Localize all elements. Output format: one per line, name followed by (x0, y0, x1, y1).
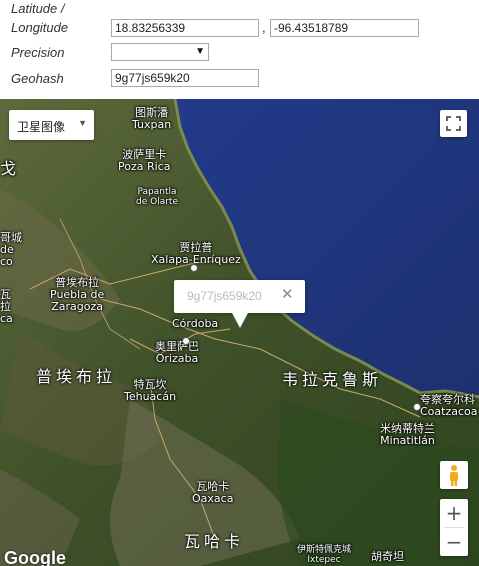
geohash-input[interactable]: 9g77js659k20 (111, 69, 259, 87)
city-marker (413, 403, 421, 411)
place-coatzacoalcos: 夸察夸尔科 Coatzacoa (420, 393, 478, 418)
place-tuxpan: 图斯潘 Tuxpan (132, 106, 172, 131)
caret-down-icon: ▼ (78, 118, 87, 128)
zoom-in-button[interactable]: + (440, 499, 468, 527)
place-papantla: Papantla de Olarte (136, 187, 178, 207)
latlon-label-line2: Longitude (11, 20, 69, 35)
geohash-label: Geohash (11, 71, 64, 86)
latlon-separator: , (262, 20, 266, 35)
place-west-edge-3: 瓦 拉 ca (0, 288, 13, 325)
place-minatitlan: 米纳蒂特兰 Minatitlán (380, 422, 435, 447)
geohash-form: Latitude / Longitude 18.83256339 , -96.4… (0, 0, 479, 99)
city-marker (190, 264, 198, 272)
latlon-label-line1: Latitude / (11, 1, 65, 16)
info-window: 9g77js659k20 ✕ (174, 280, 305, 328)
longitude-input[interactable]: -96.43518789 (270, 19, 419, 37)
info-window-tail (232, 313, 248, 328)
fullscreen-button[interactable] (440, 110, 467, 137)
region-veracruz: 韦拉克鲁斯 (282, 370, 383, 389)
zoom-control: + − (440, 499, 468, 556)
map-type-control[interactable]: 卫星图像 ▼ (9, 110, 94, 140)
dropdown-arrow-icon: ▼ (195, 46, 205, 57)
place-xalapa: 贾拉普 Xalapa-Enríquez (151, 241, 241, 266)
place-puebla: 普埃布拉 Puebla de Zaragoza (50, 276, 105, 313)
region-puebla: 普埃布拉 (36, 367, 117, 386)
precision-label: Precision (11, 45, 65, 60)
pegman-icon (450, 465, 458, 486)
place-juchitan: 胡奇坦 (371, 550, 404, 563)
fullscreen-icon (446, 116, 461, 131)
close-icon[interactable]: ✕ (281, 286, 294, 304)
place-west-edge-2: 哥城 de co (0, 231, 22, 268)
place-oaxaca: 瓦哈卡 Oaxaca (192, 480, 234, 505)
place-cordoba: Córdoba (172, 317, 219, 330)
street-view-pegman-button[interactable] (440, 461, 468, 489)
map-type-label: 卫星图像 (17, 120, 66, 134)
place-ixtepec: 伊斯特佩克城 Ixtepec (297, 545, 352, 565)
place-west-edge-1: 戈 (0, 159, 17, 178)
place-tehuacan: 特瓦坎 Tehuacán (124, 378, 177, 403)
city-marker (182, 337, 190, 345)
satellite-imagery (0, 99, 479, 566)
place-poza-rica: 波萨里卡 Poza Rica (118, 148, 171, 173)
zoom-out-button[interactable]: − (440, 528, 468, 556)
info-window-geohash: 9g77js659k20 (187, 289, 262, 303)
latitude-input[interactable]: 18.83256339 (111, 19, 259, 37)
google-logo: Google (4, 548, 66, 566)
precision-select[interactable]: ▼ (111, 43, 209, 61)
place-orizaba: 奥里萨巴 Orizaba (155, 340, 199, 365)
region-oaxaca: 瓦哈卡 (184, 532, 245, 551)
map-view[interactable]: 图斯潘 Tuxpan 波萨里卡 Poza Rica Papantla de Ol… (0, 99, 479, 566)
